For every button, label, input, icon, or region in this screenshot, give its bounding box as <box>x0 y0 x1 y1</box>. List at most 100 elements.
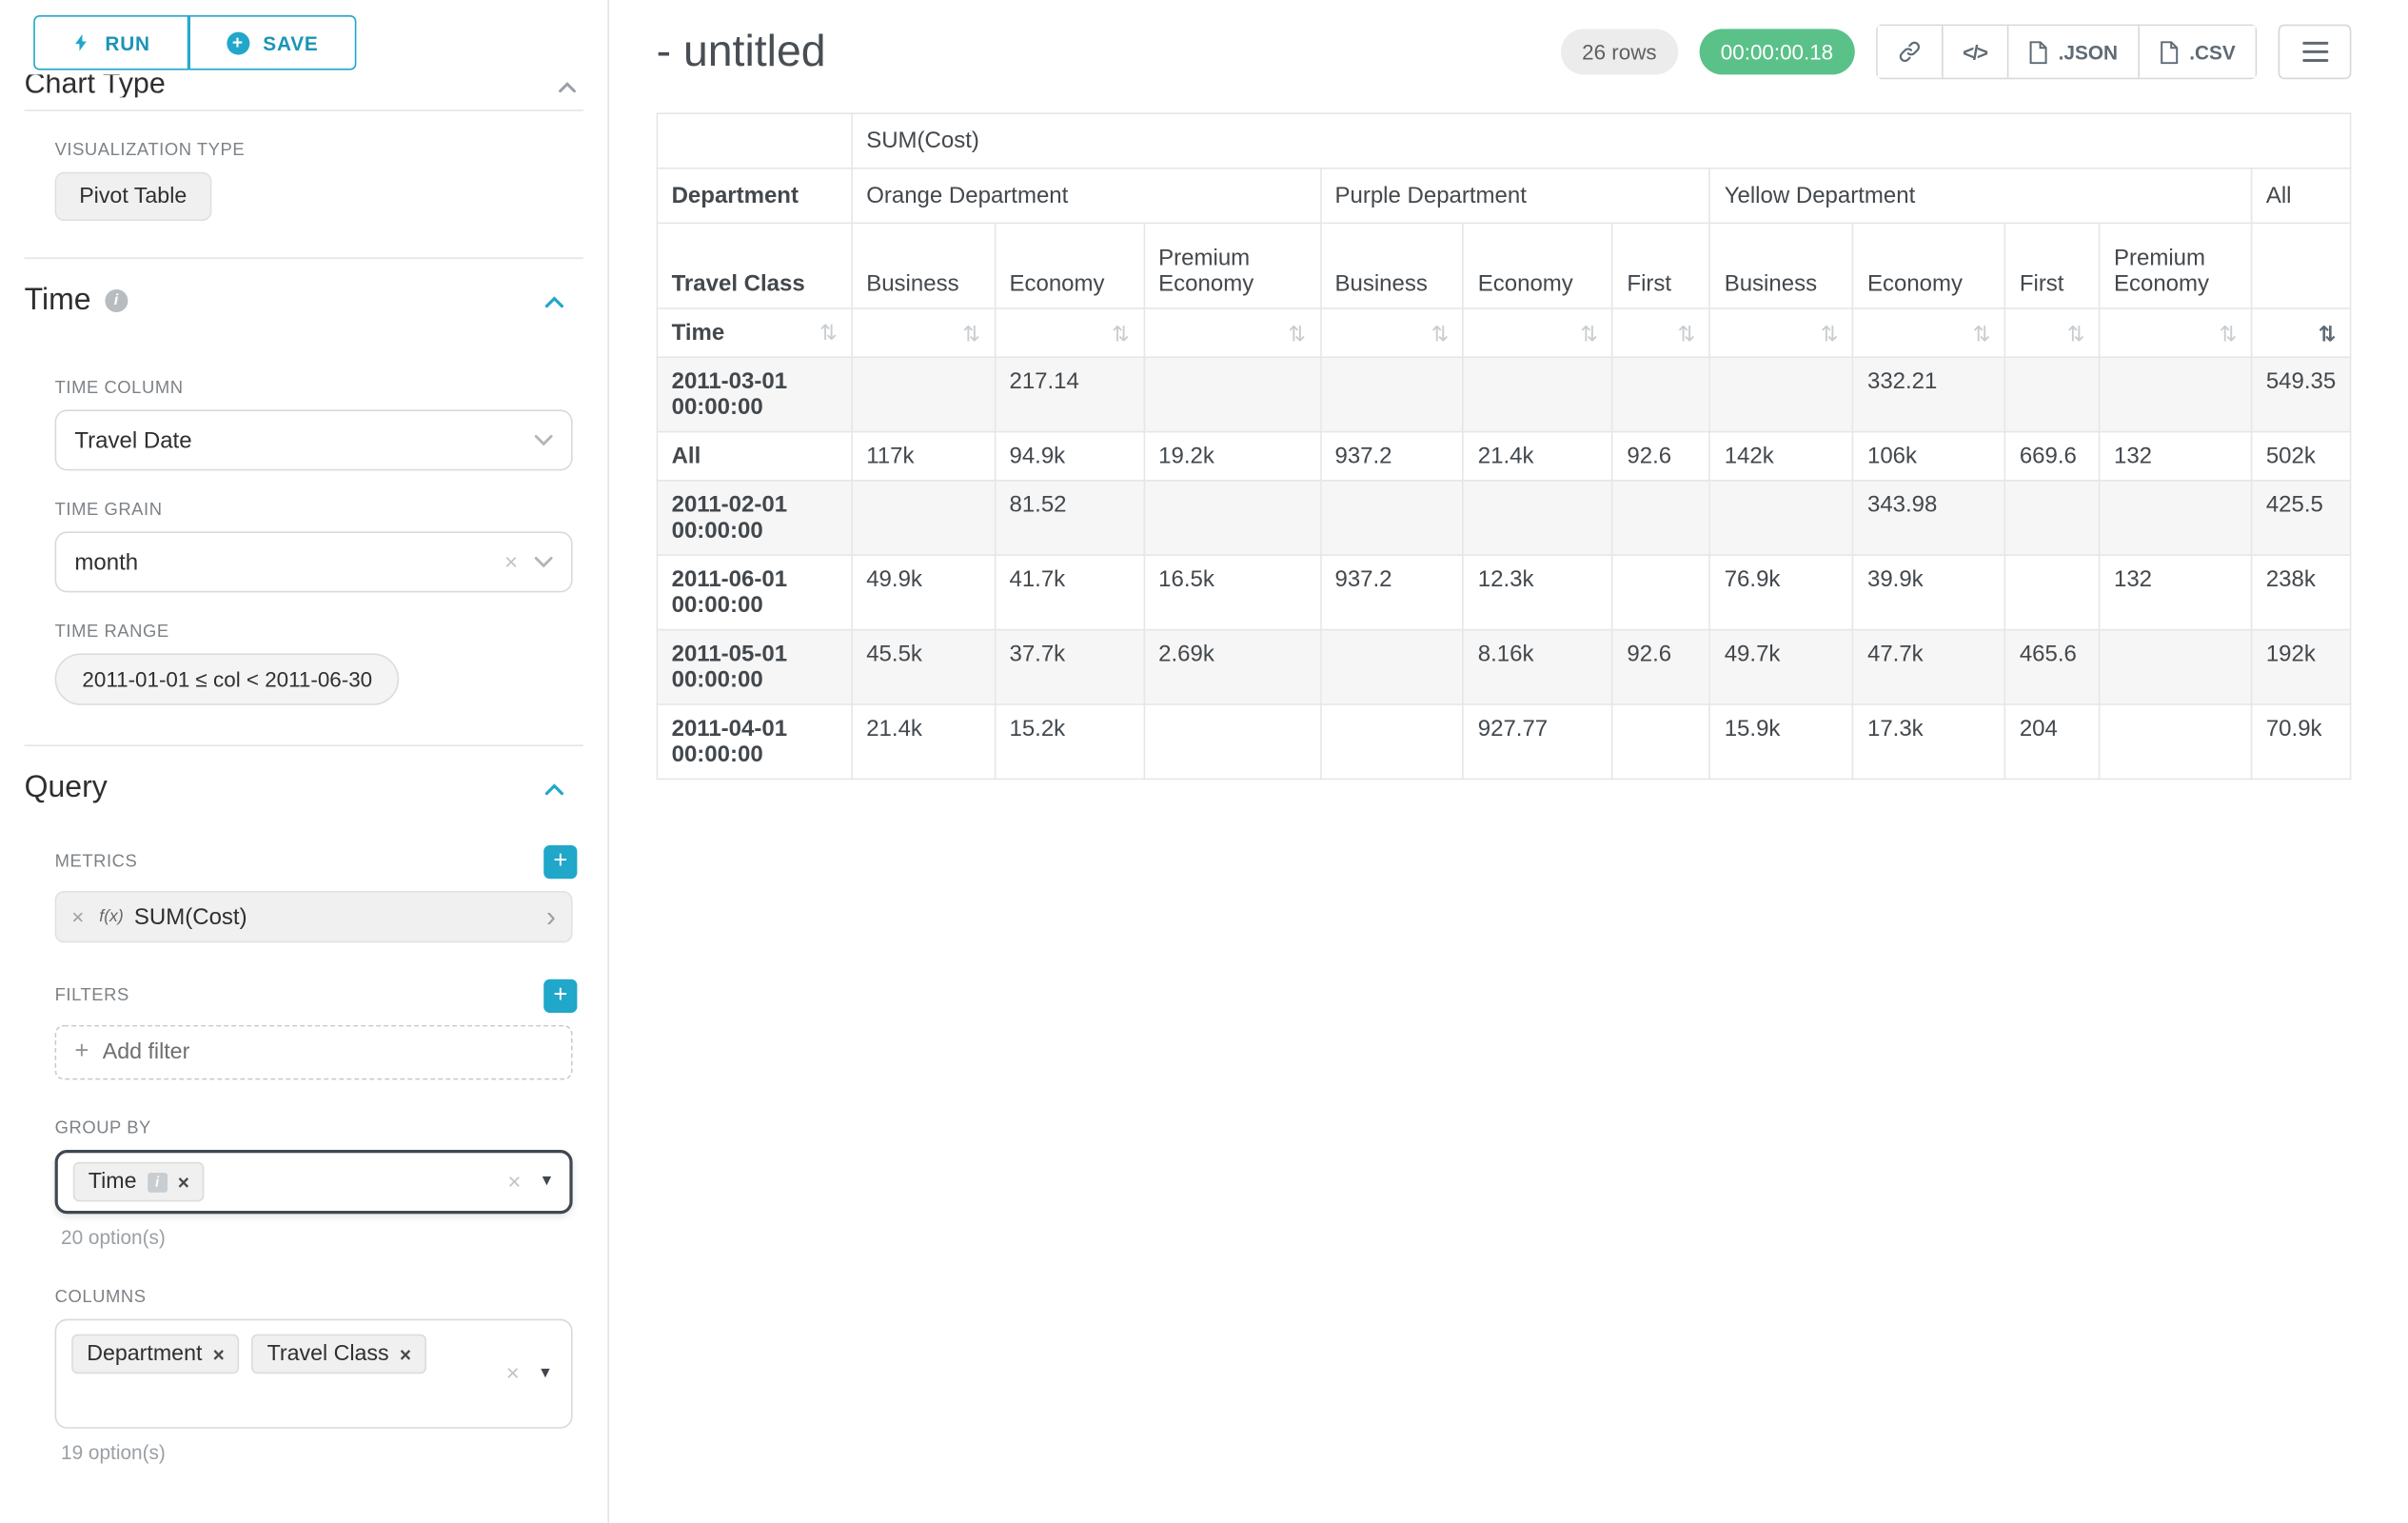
remove-pill-icon[interactable]: × <box>213 1344 225 1364</box>
share-link-button[interactable] <box>1878 26 1942 77</box>
export-button-group: </> .JSON .CSV <box>1876 25 2257 80</box>
add-filter-plus-button[interactable]: + <box>543 979 577 1013</box>
control-panel: RUN + SAVE Chart Type VISUALIZATION TYPE… <box>0 0 609 1523</box>
sort-icon[interactable]: ⇅ <box>2067 323 2085 344</box>
caret-down-icon[interactable]: ▼ <box>538 1366 553 1381</box>
run-button[interactable]: RUN <box>33 15 188 70</box>
sort-icon-active[interactable]: ⇅ <box>2319 323 2337 344</box>
time-range-pill[interactable]: 2011-01-01 ≤ col < 2011-06-30 <box>55 653 400 704</box>
save-button[interactable]: + SAVE <box>188 15 357 70</box>
pivot-sort-header[interactable]: ⇅ <box>2100 308 2252 357</box>
caret-down-icon[interactable]: ▼ <box>540 1175 555 1190</box>
lightning-icon <box>71 30 91 55</box>
sort-icon[interactable]: ⇅ <box>819 322 838 343</box>
pivot-sort-header[interactable]: Time ⇅ <box>657 308 852 357</box>
pivot-cell: 192k <box>2252 630 2351 704</box>
time-section-header[interactable]: Time i <box>25 284 583 319</box>
pivot-cell: 15.2k <box>995 704 1144 779</box>
pivot-column-header <box>2252 223 2351 308</box>
chevron-up-icon[interactable] <box>558 76 578 97</box>
columns-pill[interactable]: Department× <box>71 1335 240 1375</box>
chart-type-heading: Chart Type <box>25 74 166 97</box>
columns-select[interactable]: Department× Travel Class× × ▼ <box>55 1319 573 1429</box>
pivot-sort-header[interactable]: ⇅ <box>1320 308 1463 357</box>
time-section-title: Time <box>25 284 91 319</box>
pivot-sort-header[interactable]: ⇅ <box>852 308 995 357</box>
hamburger-icon <box>2301 41 2327 62</box>
sort-icon[interactable]: ⇅ <box>1678 323 1696 344</box>
pivot-column-header: Business <box>1710 223 1853 308</box>
pivot-department-label: Department <box>657 168 852 224</box>
chart-toolbar: 26 rows 00:00:00.18 </> .JSON <box>1561 25 2352 80</box>
sort-icon[interactable]: ⇅ <box>2220 323 2238 344</box>
pivot-sort-header[interactable]: ⇅ <box>2005 308 2100 357</box>
pivot-cell: 81.52 <box>995 481 1144 555</box>
viz-type-pill[interactable]: Pivot Table <box>55 172 211 221</box>
pivot-cell: 937.2 <box>1320 432 1463 481</box>
pivot-sort-header[interactable]: ⇅ <box>2252 308 2351 357</box>
pivot-cell <box>2005 357 2100 431</box>
add-filter-button[interactable]: + Add filter <box>55 1025 573 1080</box>
export-json-button[interactable]: .JSON <box>2006 26 2138 77</box>
columns-label: COLUMNS <box>55 1289 578 1307</box>
time-range-label: TIME RANGE <box>55 623 578 641</box>
pivot-metric-header: SUM(Cost) <box>852 113 2351 168</box>
run-label: RUN <box>105 31 149 54</box>
time-column-select[interactable]: Travel Date <box>55 409 573 470</box>
groupby-pill[interactable]: Timei× <box>73 1162 205 1202</box>
time-column-label: TIME COLUMN <box>55 379 578 397</box>
sort-icon[interactable]: ⇅ <box>1112 323 1130 344</box>
pivot-sort-header[interactable]: ⇅ <box>1612 308 1709 357</box>
embed-code-button[interactable]: </> <box>1942 26 2006 77</box>
remove-metric-icon[interactable]: × <box>71 906 84 927</box>
remove-pill-icon[interactable]: × <box>178 1172 189 1192</box>
pivot-column-header: Economy <box>1464 223 1613 308</box>
json-label: .JSON <box>2059 40 2118 63</box>
pivot-cell: 8.16k <box>1464 630 1613 704</box>
menu-button[interactable] <box>2279 25 2352 80</box>
sort-icon[interactable]: ⇅ <box>1431 323 1450 344</box>
collapse-chevron-icon[interactable] <box>543 781 564 796</box>
pivot-sort-header[interactable]: ⇅ <box>1144 308 1320 357</box>
pivot-time-label: Time <box>672 320 725 346</box>
groupby-select[interactable]: Timei× × ▼ <box>55 1150 573 1214</box>
metric-item[interactable]: × f(x) SUM(Cost) › <box>55 891 573 942</box>
info-icon: i <box>148 1172 168 1192</box>
info-icon: i <box>105 289 128 312</box>
clear-icon[interactable]: × <box>506 1362 520 1385</box>
remove-pill-icon[interactable]: × <box>400 1344 411 1364</box>
pivot-sort-header[interactable]: ⇅ <box>1853 308 2005 357</box>
pivot-cell: 106k <box>1853 432 2005 481</box>
pivot-cell: 47.7k <box>1853 630 2005 704</box>
time-grain-select[interactable]: month × <box>55 531 573 592</box>
pivot-cell: 927.77 <box>1464 704 1613 779</box>
pivot-cell: 549.35 <box>2252 357 2351 431</box>
pivot-sort-header[interactable]: ⇅ <box>1710 308 1853 357</box>
columns-pill[interactable]: Travel Class× <box>252 1335 426 1375</box>
metric-name: SUM(Cost) <box>134 904 247 930</box>
sort-icon[interactable]: ⇅ <box>1973 323 1991 344</box>
pivot-sort-header[interactable]: ⇅ <box>995 308 1144 357</box>
sort-icon[interactable]: ⇅ <box>1821 323 1839 344</box>
add-metric-button[interactable]: + <box>543 845 577 879</box>
panel-actions: RUN + SAVE <box>33 15 607 70</box>
query-section-header[interactable]: Query <box>25 771 583 806</box>
clear-icon[interactable]: × <box>507 1171 521 1194</box>
collapse-chevron-icon[interactable] <box>543 293 564 308</box>
pivot-cell <box>1464 357 1613 431</box>
sort-icon[interactable]: ⇅ <box>962 323 980 344</box>
pivot-cell <box>1612 481 1709 555</box>
pivot-sort-header[interactable]: ⇅ <box>1464 308 1613 357</box>
export-csv-button[interactable]: .CSV <box>2138 26 2256 77</box>
pivot-corner-cell <box>657 113 852 168</box>
pivot-cell <box>1144 704 1320 779</box>
time-column-value: Travel Date <box>74 427 191 453</box>
pivot-column-header: First <box>2005 223 2100 308</box>
caret-right-icon[interactable]: › <box>546 902 556 931</box>
file-icon <box>2159 40 2179 63</box>
clear-icon[interactable]: × <box>504 550 518 573</box>
pivot-row-header: 2011-06-01 00:00:00 <box>657 555 852 629</box>
sort-icon[interactable]: ⇅ <box>1288 323 1306 344</box>
app-window: RUN + SAVE Chart Type VISUALIZATION TYPE… <box>0 0 2408 1523</box>
sort-icon[interactable]: ⇅ <box>1580 323 1598 344</box>
